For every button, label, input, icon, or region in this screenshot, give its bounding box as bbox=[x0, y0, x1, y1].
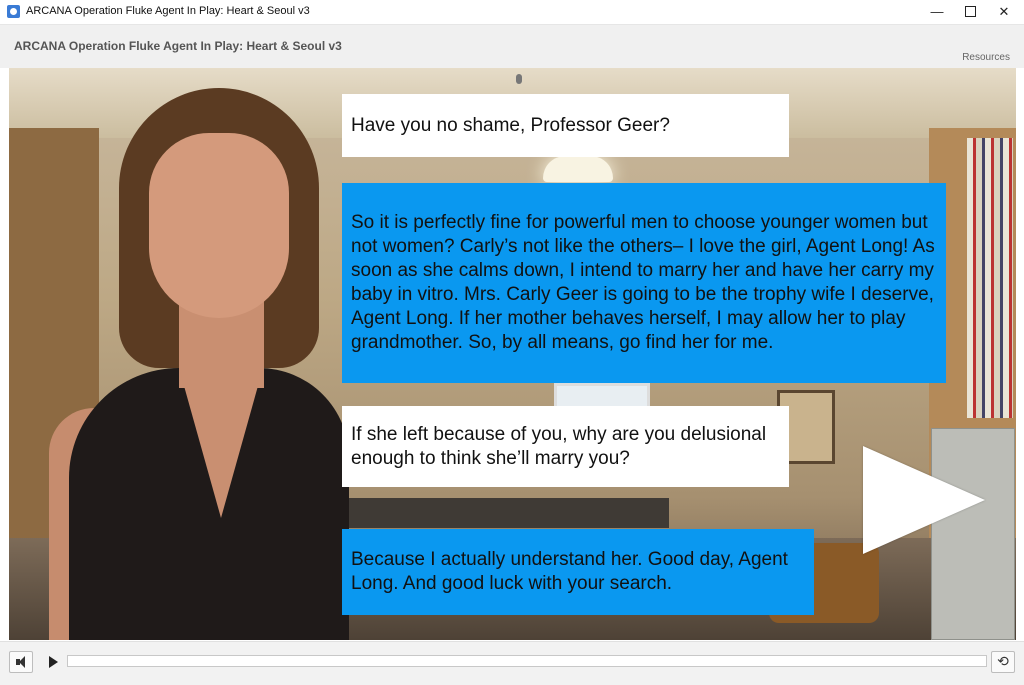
play-button[interactable] bbox=[41, 651, 65, 673]
resources-link[interactable]: Resources bbox=[962, 52, 1010, 63]
course-title: ARCANA Operation Fluke Agent In Play: He… bbox=[14, 39, 342, 53]
playback-controls: ⟲ bbox=[0, 641, 1024, 685]
mute-button[interactable] bbox=[9, 651, 33, 673]
close-button[interactable]: ✕ bbox=[987, 0, 1021, 24]
dialogue-line-2: So it is perfectly fine for powerful men… bbox=[342, 183, 946, 383]
character-face bbox=[149, 133, 289, 318]
office-desk bbox=[349, 498, 669, 528]
play-icon bbox=[49, 656, 58, 668]
replay-button[interactable]: ⟲ bbox=[991, 651, 1015, 673]
dialogue-line-3: If she left because of you, why are you … bbox=[342, 406, 789, 487]
lamp-fixture bbox=[516, 74, 522, 84]
dialogue-line-1: Have you no shame, Professor Geer? bbox=[342, 94, 789, 157]
character-portrait bbox=[49, 88, 349, 640]
progress-bar[interactable] bbox=[67, 655, 987, 667]
maximize-icon bbox=[964, 6, 976, 18]
character-neckline bbox=[179, 368, 263, 518]
ceiling-lamp bbox=[543, 156, 613, 182]
app-icon bbox=[7, 5, 20, 18]
maximize-button[interactable] bbox=[953, 0, 987, 24]
minimize-button[interactable]: — bbox=[920, 0, 954, 24]
window-title: ARCANA Operation Fluke Agent In Play: He… bbox=[26, 5, 310, 17]
dialogue-line-4: Because I actually understand her. Good … bbox=[342, 529, 814, 615]
window-titlebar: ARCANA Operation Fluke Agent In Play: He… bbox=[0, 0, 1024, 25]
replay-icon: ⟲ bbox=[997, 654, 1009, 670]
player-header: ARCANA Operation Fluke Agent In Play: He… bbox=[0, 25, 1024, 68]
bookshelf-right bbox=[967, 138, 1013, 418]
next-arrow-icon[interactable] bbox=[863, 446, 985, 554]
speaker-icon bbox=[16, 656, 25, 668]
